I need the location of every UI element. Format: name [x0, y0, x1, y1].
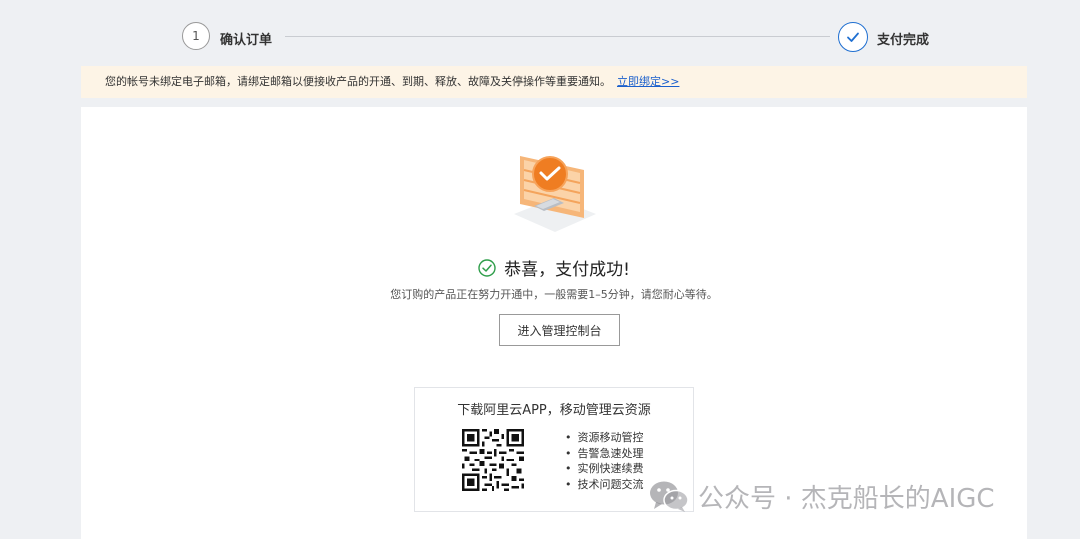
app-download-qr-code: [462, 429, 524, 491]
step-connector: [285, 36, 830, 37]
bind-email-link[interactable]: 立即绑定>>: [617, 75, 679, 88]
payment-success-heading: 恭喜，支付成功!: [81, 255, 1027, 280]
notice-text: 您的帐号未绑定电子邮箱，请绑定邮箱以便接收产品的开通、到期、释放、故障及关停操作…: [105, 75, 611, 88]
payment-success-illustration: [514, 156, 596, 232]
checkout-steps: 1 确认订单 支付完成: [0, 0, 1080, 66]
step-2-circle: [838, 22, 868, 52]
step-1-number: 1: [192, 29, 200, 43]
payment-result-panel: 恭喜，支付成功! 您订购的产品正在努力开通中，一般需要1–5分钟，请您耐心等待。…: [81, 107, 1027, 539]
email-binding-notice: 您的帐号未绑定电子邮箱，请绑定邮箱以便接收产品的开通、到期、释放、故障及关停操作…: [81, 66, 1027, 98]
success-title: 恭喜，支付成功!: [504, 260, 630, 280]
wechat-watermark: 公众号 · 杰克船长的AIGC: [648, 476, 995, 516]
app-feature-item: 资源移动管控: [565, 430, 644, 446]
app-feature-item: 技术问题交流: [565, 477, 644, 493]
app-feature-item: 告警急速处理: [565, 446, 644, 462]
success-check-icon: [478, 258, 496, 277]
enter-console-button[interactable]: 进入管理控制台: [499, 314, 620, 346]
watermark-text: 公众号 · 杰克船长的AIGC: [698, 483, 995, 514]
step-1-label: 确认订单: [220, 33, 273, 48]
step-1-circle: 1: [182, 22, 210, 50]
app-feature-item: 实例快速续费: [565, 461, 644, 477]
success-subtitle: 您订购的产品正在努力开通中，一般需要1–5分钟，请您耐心等待。: [390, 288, 718, 301]
wechat-icon: [650, 481, 689, 512]
app-feature-list: 资源移动管控 告警急速处理 实例快速续费 技术问题交流: [565, 430, 644, 492]
step-2-label: 支付完成: [877, 33, 930, 48]
app-download-title: 下载阿里云APP，移动管理云资源: [457, 403, 651, 418]
check-icon: [847, 32, 859, 42]
